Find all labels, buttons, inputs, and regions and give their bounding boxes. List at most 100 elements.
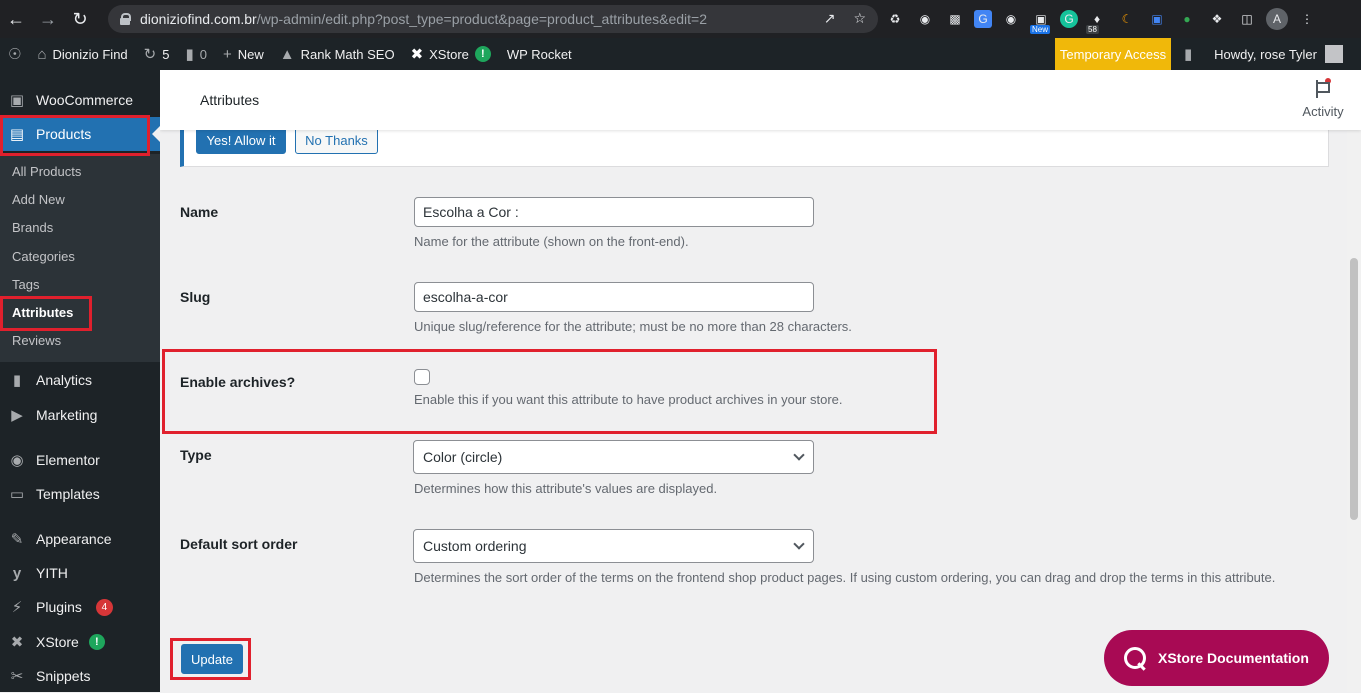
slug-label: Slug: [180, 289, 211, 305]
notification-icon[interactable]: ▮: [1176, 38, 1200, 70]
slug-input[interactable]: escolha-a-cor: [414, 282, 814, 312]
browser-menu-icon[interactable]: ⋮: [1296, 8, 1318, 30]
rank-math-link[interactable]: ▲ Rank Math SEO: [272, 38, 403, 70]
scrollbar-thumb[interactable]: [1350, 258, 1358, 520]
xstore-link[interactable]: ✖ XStore !: [403, 38, 499, 70]
comments-link[interactable]: ▮ 0: [177, 38, 215, 70]
chevron-down-icon: [793, 538, 805, 550]
archives-description: Enable this if you want this attribute t…: [414, 392, 843, 407]
activity-label: Activity: [1302, 104, 1344, 119]
plugin-icon: ⚡: [11, 599, 23, 616]
address-bar[interactable]: dioniziofind.com.br/wp-admin/edit.php?po…: [108, 5, 878, 33]
puzzle-extensions-icon[interactable]: ❖: [1206, 8, 1228, 30]
menu-label: Templates: [36, 486, 100, 502]
wp-admin-bar: ☉ ⌂ Dionizio Find ↻ 5 ▮ 0 + New ▲ Rank M…: [0, 38, 1361, 70]
menu-snippets[interactable]: ✂ Snippets: [0, 659, 160, 693]
yith-icon: y: [12, 564, 22, 582]
moon-extension-icon[interactable]: ☾: [1116, 8, 1138, 30]
submenu-brands[interactable]: Brands: [12, 220, 53, 235]
menu-yith[interactable]: y YITH: [0, 556, 160, 590]
temporary-access-button[interactable]: Temporary Access: [1055, 38, 1171, 70]
submenu-tags[interactable]: Tags: [12, 277, 39, 292]
updates-icon: ↻: [143, 46, 157, 63]
activity-button[interactable]: Activity: [1301, 78, 1345, 119]
grammarly-extension-icon[interactable]: G: [1060, 10, 1078, 28]
submenu-add-new[interactable]: Add New: [12, 192, 65, 207]
menu-elementor[interactable]: ◉ Elementor: [0, 443, 160, 477]
back-arrow-icon[interactable]: ←: [0, 0, 32, 38]
profile-avatar[interactable]: A: [1266, 8, 1288, 30]
globe-extension-icon[interactable]: ◉: [914, 8, 936, 30]
menu-plugins[interactable]: ⚡ Plugins 4: [0, 590, 160, 624]
menu-appearance[interactable]: ✎ Appearance: [0, 522, 160, 556]
submenu-all-products[interactable]: All Products: [12, 164, 81, 179]
page-header-bar: Attributes Activity: [160, 70, 1361, 130]
menu-label: WooCommerce: [36, 92, 133, 108]
menu-label: Products: [36, 126, 92, 142]
menu-analytics[interactable]: ▮ Analytics: [0, 363, 160, 397]
badge-extension-icon[interactable]: ♦ 58: [1086, 8, 1108, 34]
home-icon: ⌂: [37, 45, 47, 63]
name-label: Name: [180, 204, 219, 220]
menu-products[interactable]: ▤ Products: [0, 117, 160, 151]
site-name: Dionizio Find: [52, 46, 128, 62]
paintbrush-icon: ✎: [10, 531, 24, 548]
admin-sidebar: ▣ WooCommerce ▤ Products All Products Ad…: [0, 70, 160, 692]
xstore-documentation-label: XStore Documentation: [1158, 650, 1309, 666]
translate-extension-icon[interactable]: G: [974, 10, 992, 28]
camera-extension-icon[interactable]: ◉: [1000, 8, 1022, 30]
wordpress-logo-icon[interactable]: ☉: [0, 38, 29, 70]
submenu-reviews[interactable]: Reviews: [12, 333, 61, 348]
xstore-documentation-button[interactable]: XStore Documentation: [1104, 630, 1329, 686]
menu-label: Appearance: [36, 531, 112, 547]
menu-label: YITH: [36, 565, 68, 581]
allow-tracking-button[interactable]: Yes! Allow it: [196, 126, 286, 154]
new-content-link[interactable]: + New: [215, 38, 272, 70]
bar-chart-icon: ▮: [12, 372, 22, 389]
archives-checkbox[interactable]: [414, 369, 430, 385]
name-input[interactable]: Escolha a Cor :: [414, 197, 814, 227]
wp-rocket-link[interactable]: WP Rocket: [499, 38, 580, 70]
menu-label: Marketing: [36, 407, 98, 423]
print-extension-icon[interactable]: ▩: [944, 8, 966, 30]
user-avatar: [1325, 45, 1343, 63]
megaphone-icon: ▶: [11, 407, 23, 424]
site-name-link[interactable]: ⌂ Dionizio Find: [29, 38, 135, 70]
new-extension-icon[interactable]: ▣ New: [1030, 8, 1052, 34]
products-icon: ▤: [9, 126, 25, 143]
menu-marketing[interactable]: ▶ Marketing: [0, 398, 160, 432]
activity-flag-icon: [1313, 78, 1333, 100]
comments-count: 0: [199, 46, 207, 62]
sort-order-select[interactable]: Custom ordering: [413, 529, 814, 563]
scissors-icon: ✂: [10, 668, 24, 685]
menu-label: XStore: [36, 634, 79, 650]
submenu-attributes[interactable]: Attributes: [12, 305, 73, 320]
share-icon[interactable]: ↗: [824, 10, 836, 27]
updates-link[interactable]: ↻ 5: [136, 38, 178, 70]
forward-arrow-icon[interactable]: →: [32, 0, 64, 38]
xstore-alert-icon: !: [474, 46, 491, 62]
menu-xstore[interactable]: ✖ XStore !: [0, 625, 160, 659]
url-host: dioniziofind.com.br: [140, 11, 257, 27]
page-scrollbar[interactable]: [1347, 70, 1361, 692]
folder-icon: ▭: [9, 486, 25, 503]
new-extension-pill: New: [1030, 25, 1051, 34]
xstore-label: XStore: [429, 46, 469, 62]
update-button[interactable]: Update: [181, 644, 243, 674]
menu-woocommerce[interactable]: ▣ WooCommerce: [0, 83, 160, 117]
submenu-categories[interactable]: Categories: [12, 249, 75, 264]
type-select[interactable]: Color (circle): [413, 440, 814, 474]
main-content: Attributes Activity Yes! Allow it No Tha…: [160, 70, 1361, 692]
recycle-extension-icon[interactable]: ♻: [884, 8, 906, 30]
user-account-menu[interactable]: Howdy, rose Tyler: [1214, 38, 1343, 70]
side-panel-icon[interactable]: ◫: [1236, 8, 1258, 30]
menu-templates[interactable]: ▭ Templates: [0, 477, 160, 511]
bookmark-star-icon[interactable]: ☆: [853, 10, 866, 27]
name-description: Name for the attribute (shown on the fro…: [414, 234, 689, 249]
reload-icon[interactable]: ↻: [64, 0, 96, 38]
video-extension-icon[interactable]: ▣: [1146, 8, 1168, 30]
color-extension-icon[interactable]: ●: [1176, 8, 1198, 30]
decline-tracking-button[interactable]: No Thanks: [295, 126, 378, 154]
lock-icon: [120, 13, 131, 25]
products-submenu: All Products Add New Brands Categories T…: [0, 154, 160, 362]
